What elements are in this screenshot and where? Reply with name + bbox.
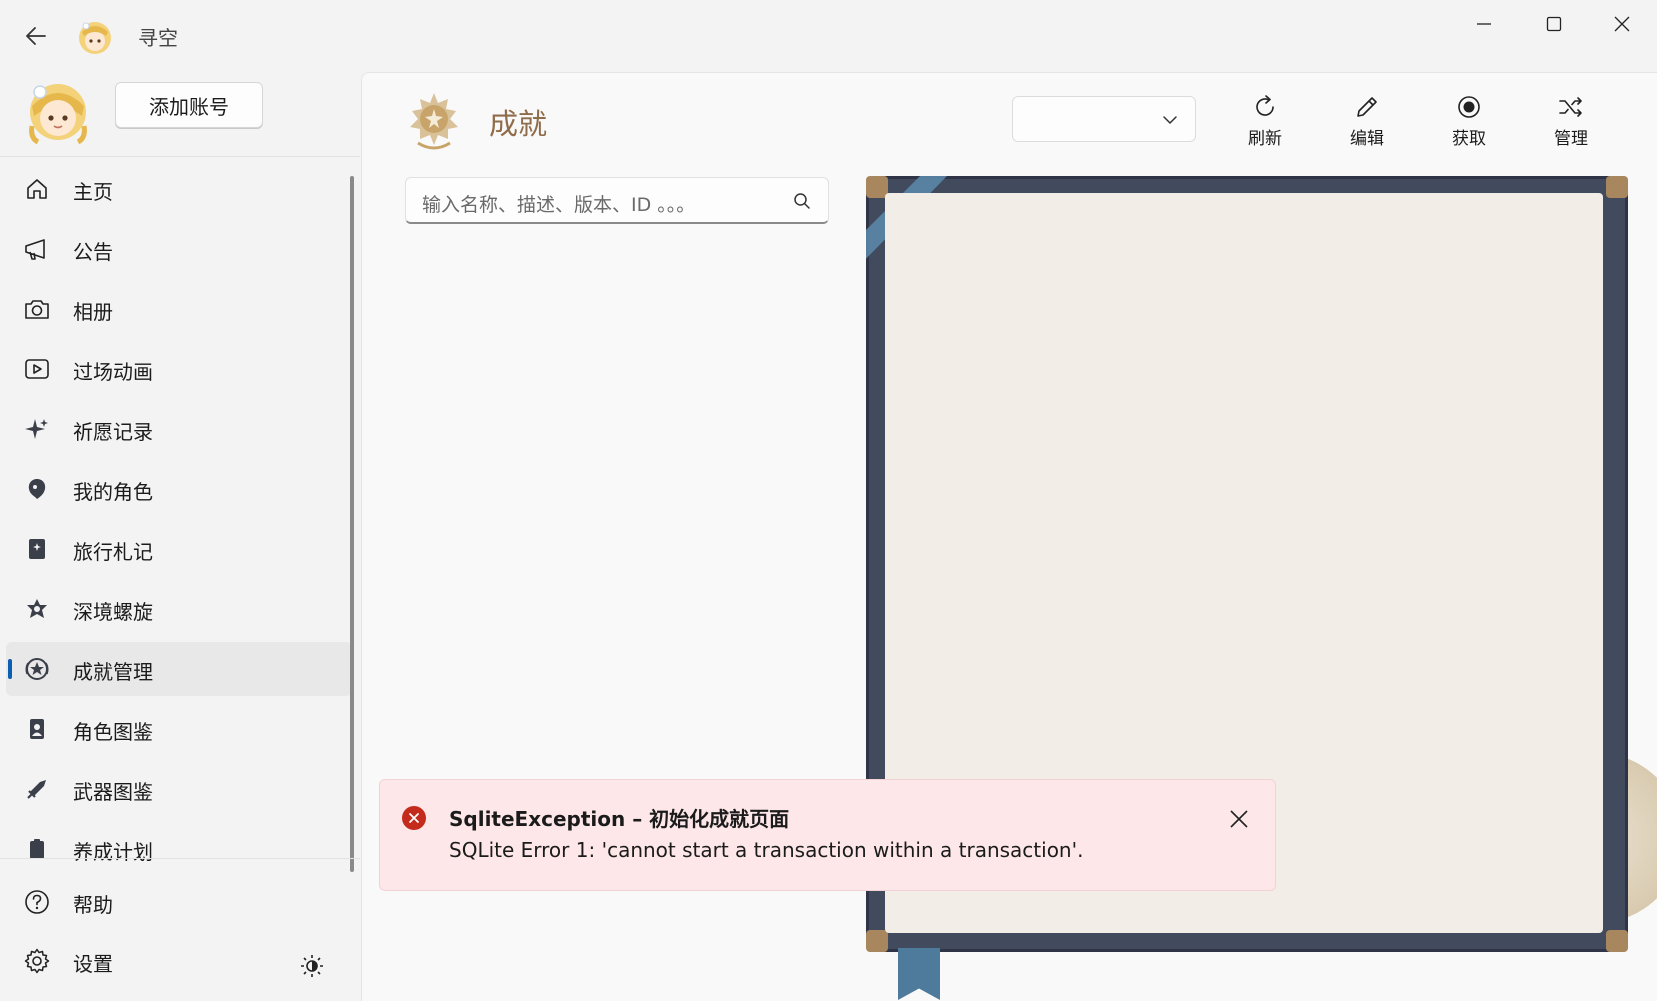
- sidebar-item-achievements[interactable]: 成就管理: [6, 642, 352, 696]
- selection-indicator: [8, 659, 12, 679]
- frame-corner: [1606, 176, 1628, 198]
- refresh-icon: [1251, 93, 1279, 121]
- minimize-icon: [1477, 23, 1491, 25]
- chevron-down-icon: [1163, 116, 1177, 124]
- refresh-label: 刷新: [1248, 129, 1282, 149]
- sidebar-item-label: 我的角色: [73, 480, 153, 504]
- record-icon: [1455, 93, 1483, 121]
- sidebar-item-label: 设置: [73, 952, 113, 976]
- sidebar-item-label: 养成计划: [73, 840, 153, 864]
- brightness-icon: [301, 955, 323, 977]
- fetch-label: 获取: [1452, 129, 1486, 149]
- weapon-wiki-icon: [24, 776, 50, 802]
- sidebar-item-label: 角色图鉴: [73, 720, 153, 744]
- sidebar-item-home[interactable]: 主页: [6, 162, 352, 216]
- sidebar-item-label: 成就管理: [73, 660, 153, 684]
- arrow-left-icon: [26, 27, 46, 45]
- sidebar-item-weapon-wiki[interactable]: 武器图鉴: [6, 762, 352, 816]
- search-icon[interactable]: [792, 191, 812, 211]
- close-icon: [1614, 16, 1630, 32]
- character-icon: [24, 476, 50, 502]
- sidebar-item-spiral-abyss[interactable]: 深境螺旋: [6, 582, 352, 636]
- sidebar-item-label: 过场动画: [73, 360, 153, 384]
- sidebar-item-label: 旅行札记: [73, 540, 153, 564]
- pencil-icon: [1353, 93, 1381, 121]
- camera-icon: [24, 296, 50, 322]
- maximize-icon: [1546, 16, 1562, 32]
- account-avatar[interactable]: [24, 76, 92, 145]
- archive-dropdown[interactable]: [1012, 96, 1196, 142]
- achievement-emblem-icon: [404, 89, 464, 153]
- home-icon: [24, 176, 50, 202]
- sidebar-scrollbar[interactable]: [350, 176, 354, 872]
- sidebar-item-travel-notes[interactable]: 旅行札记: [6, 522, 352, 576]
- sidebar-item-cutscenes[interactable]: 过场动画: [6, 342, 352, 396]
- divider: [0, 858, 360, 859]
- nav-list: 主页 公告 相册 过场动画 祈愿记录 我的角色 旅行札记 深境螺旋 成就管理 角…: [6, 162, 352, 930]
- edit-label: 编辑: [1350, 129, 1384, 149]
- error-infobar: SqliteException – 初始化成就页面 SQLite Error 1…: [379, 779, 1276, 891]
- add-account-button[interactable]: 添加账号: [115, 82, 263, 128]
- refresh-button[interactable]: 刷新: [1225, 93, 1305, 153]
- close-icon: [1230, 810, 1248, 828]
- search-placeholder: 输入名称、描述、版本、ID 。。。: [422, 194, 696, 216]
- theme-toggle-button[interactable]: [296, 950, 328, 982]
- sidebar-item-label: 帮助: [73, 893, 113, 917]
- sidebar-item-label: 武器图鉴: [73, 780, 153, 804]
- sidebar: 添加账号 主页 公告 相册 过场动画 祈愿记录 我的角色 旅行札记 深境螺旋 成…: [0, 72, 360, 1001]
- close-window-button[interactable]: [1594, 8, 1650, 40]
- bookmark-ribbon: [898, 948, 940, 1000]
- notebook-icon: [24, 536, 50, 562]
- sidebar-item-label: 主页: [73, 180, 113, 204]
- error-title: SqliteException – 初始化成就页面: [449, 807, 790, 831]
- back-button[interactable]: [18, 20, 54, 52]
- sidebar-item-my-characters[interactable]: 我的角色: [6, 462, 352, 516]
- maximize-button[interactable]: [1526, 8, 1582, 40]
- manage-label: 管理: [1554, 129, 1588, 149]
- error-message: SQLite Error 1: 'cannot start a transact…: [449, 838, 1084, 862]
- achievement-icon: [24, 656, 50, 682]
- play-icon: [24, 356, 50, 382]
- sidebar-item-character-wiki[interactable]: 角色图鉴: [6, 702, 352, 756]
- character-wiki-icon: [24, 716, 50, 742]
- abyss-icon: [24, 596, 50, 622]
- edit-button[interactable]: 编辑: [1327, 93, 1407, 153]
- sidebar-item-album[interactable]: 相册: [6, 282, 352, 336]
- gear-icon: [24, 948, 50, 974]
- frame-corner: [1606, 930, 1628, 952]
- title-bar: 寻空: [0, 0, 1657, 72]
- search-input[interactable]: 输入名称、描述、版本、ID 。。。: [405, 177, 829, 224]
- sidebar-item-label: 深境螺旋: [73, 600, 153, 624]
- infobar-close-button[interactable]: [1223, 803, 1255, 835]
- fetch-button[interactable]: 获取: [1429, 93, 1509, 153]
- frame-corner: [866, 930, 888, 952]
- minimize-button[interactable]: [1456, 8, 1512, 40]
- divider: [0, 156, 360, 157]
- megaphone-icon: [24, 236, 50, 262]
- sidebar-item-label: 祈愿记录: [73, 420, 153, 444]
- sidebar-item-wish-records[interactable]: 祈愿记录: [6, 402, 352, 456]
- help-icon: [24, 889, 50, 915]
- sidebar-item-plan[interactable]: 养成计划: [6, 822, 352, 876]
- shuffle-icon: [1557, 93, 1585, 121]
- sidebar-item-label: 相册: [73, 300, 113, 324]
- sidebar-item-help[interactable]: 帮助: [6, 875, 352, 929]
- sidebar-item-announcement[interactable]: 公告: [6, 222, 352, 276]
- app-logo: [76, 18, 114, 56]
- error-icon: [402, 806, 426, 830]
- sidebar-item-label: 公告: [73, 240, 113, 264]
- page-title: 成就: [489, 107, 548, 141]
- manage-button[interactable]: 管理: [1531, 93, 1611, 153]
- window-title: 寻空: [138, 26, 178, 50]
- sparkle-icon: [24, 416, 50, 442]
